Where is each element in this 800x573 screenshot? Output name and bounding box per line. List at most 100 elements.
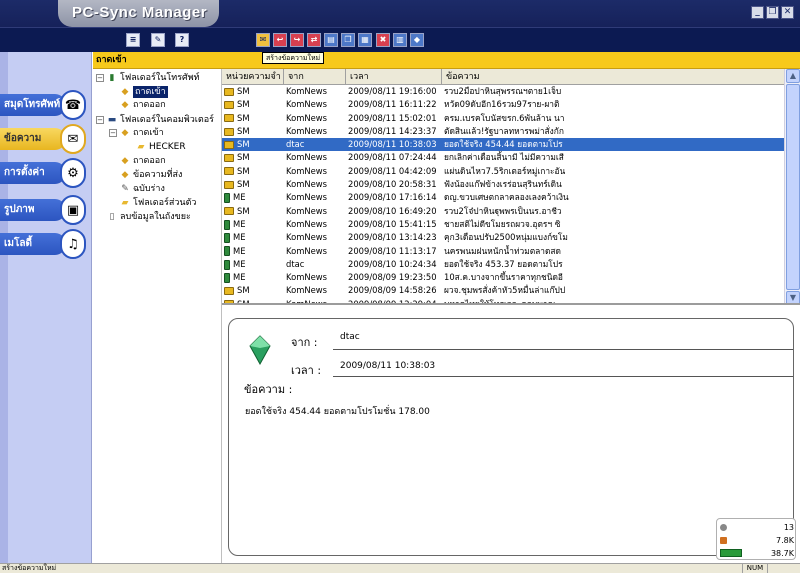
memory-text: ME	[233, 218, 246, 229]
collapse-icon[interactable]: −	[96, 74, 104, 82]
message-gem-icon	[249, 335, 271, 365]
move-icon[interactable]: ⇄	[307, 33, 321, 47]
tree-personal[interactable]: ▰ โฟลเดอร์ส่วนตัว	[120, 197, 197, 209]
table-row[interactable]: SM KomNews 2009/08/09 14:58:26 ผวจ.ชุมพรสั่…	[222, 284, 784, 297]
collapse-icon[interactable]: −	[96, 116, 104, 124]
cell-message: ดญ.ขวบเศษตกลาคลองเลงคว้าเงิน	[444, 192, 569, 203]
envelope-icon: ✉	[60, 124, 86, 154]
memory-text: ME	[233, 192, 246, 203]
message-rows: SM KomNews 2009/08/11 19:16:00 รวบ2มือปาหิน…	[222, 85, 784, 305]
table-row[interactable]: SM KomNews 2009/08/09 12:29:04 มหาดไทยให้โท…	[222, 298, 784, 305]
picture-icon: ▣	[60, 195, 86, 225]
col-time[interactable]: เวลา	[346, 69, 442, 85]
minimize-button[interactable]: _	[751, 6, 764, 19]
nav-pictures[interactable]: รูปภาพ ▣	[0, 195, 88, 225]
print-icon[interactable]: ▦	[358, 33, 372, 47]
tree-computer-outbox[interactable]: ◆ ถาดออก	[120, 155, 166, 167]
tree-label: โฟลเดอร์ในคอมพิวเตอร์	[120, 115, 214, 125]
cell-time: 2009/08/11 07:24:44	[348, 152, 437, 163]
memory-text: SM	[237, 205, 250, 216]
edit-icon[interactable]: ✎	[151, 33, 165, 47]
nav-messages[interactable]: ข้อความ ✉	[0, 124, 88, 154]
restore-button[interactable]: ❐	[766, 6, 779, 19]
table-row[interactable]: ME KomNews 2009/08/10 15:41:15 ชายสติไม่ดีข…	[222, 218, 784, 231]
from-value: dtac	[340, 332, 360, 342]
cell-time: 2009/08/11 19:16:00	[348, 86, 437, 96]
col-memory[interactable]: หน่วยความจำ	[222, 69, 284, 85]
table-row[interactable]: ME KomNews 2009/08/10 13:14:23 คุก3เดือนปรั…	[222, 231, 784, 244]
cell-memory: ME	[222, 258, 284, 271]
table-row[interactable]: ME KomNews 2009/08/10 17:16:14 ดญ.ขวบเศษตกล…	[222, 191, 784, 204]
new-message-icon[interactable]: ✉	[256, 33, 270, 47]
cell-message: แผ่นดินไหว7.5ริกเตอร์หมู่เกาะอัน	[444, 165, 566, 176]
sim-card-icon	[224, 207, 234, 216]
cell-from: KomNews	[286, 112, 327, 123]
table-row[interactable]: SM KomNews 2009/08/11 14:23:37 ตัดสินแล้ว!ร…	[222, 125, 784, 138]
status-row-signal: 13	[720, 521, 794, 533]
scroll-up-icon[interactable]: ▲	[786, 69, 800, 83]
table-row[interactable]: ME KomNews 2009/08/10 11:13:17 นครพนมฝนหนัก…	[222, 245, 784, 258]
nav-label: สมุดโทรศัพท์	[0, 94, 66, 116]
nav-phonebook[interactable]: สมุดโทรศัพท์ ☎	[0, 90, 88, 120]
sim-card-icon	[224, 87, 234, 96]
scroll-down-icon[interactable]: ▼	[786, 291, 800, 303]
nav-melody[interactable]: เมโลดี้ ♫	[0, 229, 88, 259]
save-icon[interactable]: ▤	[324, 33, 338, 47]
cell-time: 2009/08/11 16:11:22	[348, 99, 437, 110]
table-row[interactable]: SM KomNews 2009/08/10 20:58:31 ฟังน้องแก๊ฟข…	[222, 178, 784, 191]
close-button[interactable]: ✕	[781, 6, 794, 19]
tree-drafts[interactable]: ✎ ฉบับร่าง	[120, 183, 165, 195]
melody-icon: ♫	[60, 229, 86, 259]
tree-phone-outbox[interactable]: ◆ ถาดออก	[120, 99, 166, 111]
table-row[interactable]: SM KomNews 2009/08/11 04:42:09 แผ่นดินไหว7.…	[222, 165, 784, 178]
cell-time: 2009/08/11 14:23:37	[348, 125, 437, 136]
forward-icon[interactable]: ↪	[290, 33, 304, 47]
phone-memory-icon	[224, 272, 230, 283]
tree-computer-inbox[interactable]: − ◆ ถาดเข้า	[109, 127, 164, 139]
cell-time: 2009/08/09 12:29:04	[348, 298, 437, 305]
cell-message: ครม.เบรคโบนัสขรก.6พันล้าน นา	[444, 112, 565, 123]
help-icon[interactable]: ?	[175, 33, 189, 47]
table-row[interactable]: SM KomNews 2009/08/11 15:02:01 ครม.เบรคโบนั…	[222, 112, 784, 125]
phone-icon: ☎	[60, 90, 86, 120]
reply-icon[interactable]: ↩	[273, 33, 287, 47]
phone-folder-icon: ▮	[109, 73, 115, 83]
tree-computer-folders[interactable]: − ▬ โฟลเดอร์ในคอมพิวเตอร์	[96, 114, 214, 126]
delete-icon[interactable]: ✖	[376, 33, 390, 47]
cell-message: ฟังน้องแก๊ฟข้างเรร่อนสุรินทร์เดิน	[444, 179, 562, 190]
time-label: เวลา :	[291, 364, 322, 377]
notepad-icon[interactable]: ≡	[126, 33, 140, 47]
tree-phone-inbox[interactable]: ◆ ถาดเข้า	[120, 86, 168, 98]
title-bar: PC-Sync Manager _ ❐ ✕	[0, 0, 800, 27]
cell-time: 2009/08/11 15:02:01	[348, 112, 437, 123]
list-scrollbar[interactable]: ▲ ▼	[784, 69, 800, 303]
col-from[interactable]: จาก	[284, 69, 346, 85]
sim-card-icon	[224, 300, 234, 303]
scroll-thumb[interactable]	[786, 84, 800, 290]
table-row[interactable]: SM dtac 2009/08/11 10:38:03 ยอดใช้จริง 454.…	[222, 138, 784, 152]
table-row[interactable]: SM KomNews 2009/08/11 07:24:44 ยกเลิกค่าเดื…	[222, 151, 784, 164]
memory-text: SM	[237, 165, 250, 176]
tree-sent[interactable]: ◆ ข้อความที่ส่ง	[120, 169, 183, 181]
copy-icon[interactable]: ❐	[341, 33, 355, 47]
nav-label: เมโลดี้	[0, 233, 66, 255]
tree-hecker[interactable]: ▰ HECKER	[136, 141, 186, 153]
table-row[interactable]: SM KomNews 2009/08/11 19:16:00 รวบ2มือปาหิน…	[222, 85, 784, 98]
table-row[interactable]: SM KomNews 2009/08/10 16:49:20 รวบ2โจ๋ปาหิน…	[222, 205, 784, 218]
sim-card-icon	[224, 180, 234, 189]
table-row[interactable]: SM KomNews 2009/08/11 16:11:22 หวัด09ดับอีก…	[222, 98, 784, 111]
col-message[interactable]: ข้อความ	[442, 69, 784, 85]
sync-icon[interactable]: ◆	[410, 33, 424, 47]
trash-icon: ▯	[109, 212, 115, 222]
message-detail: จาก : dtac เวลา : 2009/08/11 10:38:03 ข้…	[228, 318, 794, 556]
tree-trash[interactable]: ▯ ลบข้อมูลในถังขยะ	[107, 211, 191, 223]
tree-phone-folders[interactable]: − ▮ โฟลเดอร์ในโทรศัพท์	[96, 72, 200, 84]
table-row[interactable]: ME dtac 2009/08/10 10:24:34 ยอดใช้จริง 453.…	[222, 258, 784, 271]
collapse-icon[interactable]: −	[109, 129, 117, 137]
table-row[interactable]: ME KomNews 2009/08/09 19:23:50 10ส.ค.บางจาก…	[222, 271, 784, 284]
nav-settings[interactable]: การตั้งค่า ⚙	[0, 158, 88, 188]
phone-memory-icon	[224, 232, 230, 243]
cell-from: KomNews	[286, 179, 327, 190]
book-icon[interactable]: ▥	[393, 33, 407, 47]
battery-value: 38.7K	[770, 548, 794, 558]
